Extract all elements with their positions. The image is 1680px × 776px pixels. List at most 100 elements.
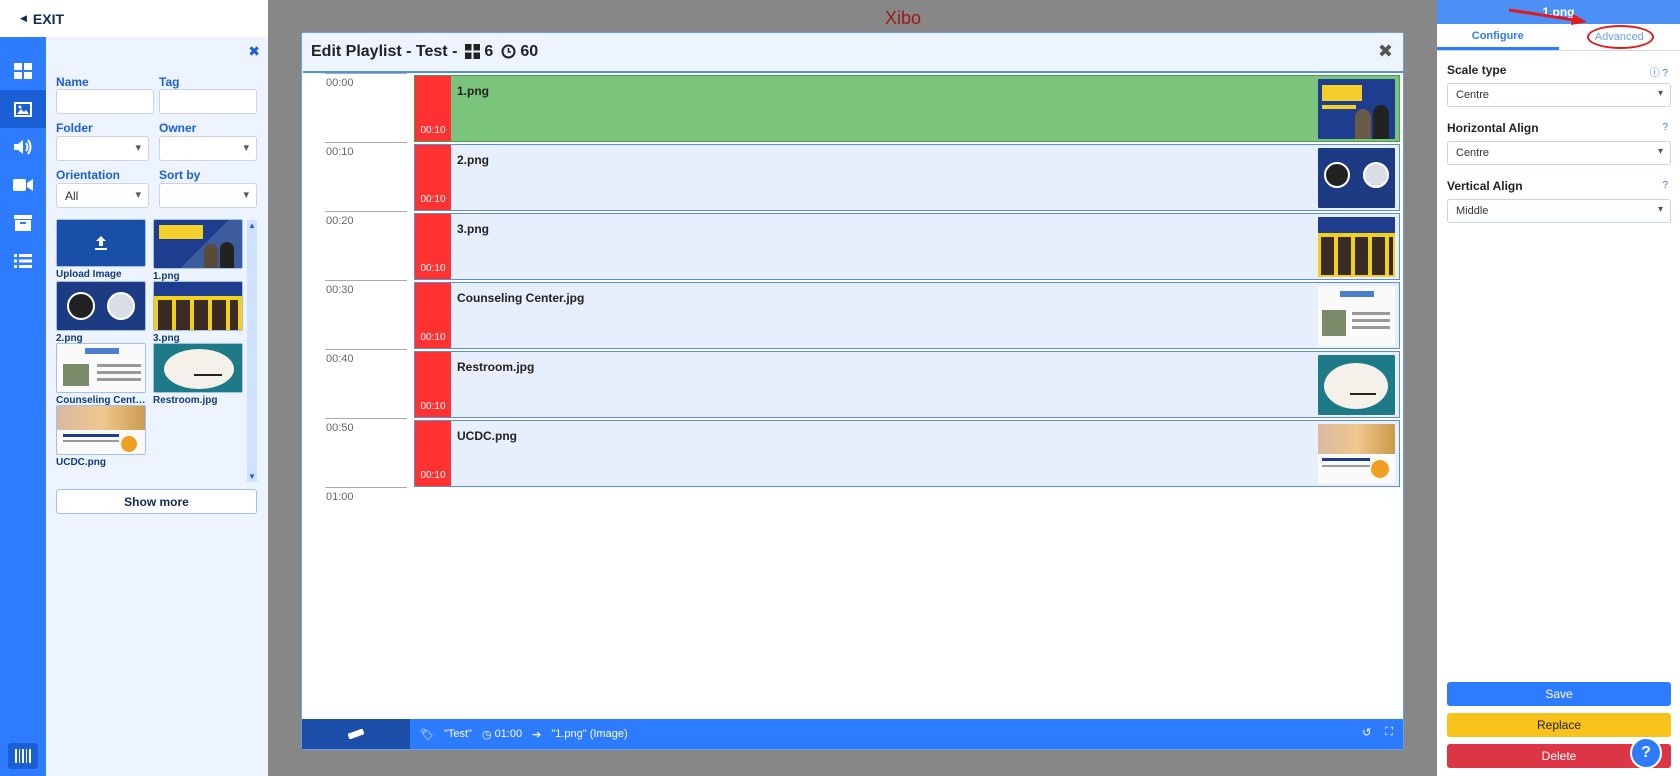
time-tick: 01:00 (326, 491, 354, 503)
widget-duration: 00:10 (415, 145, 451, 210)
properties-tabs: Configure Advanced (1437, 24, 1680, 51)
sort-by-select[interactable] (159, 183, 257, 208)
media-tile[interactable]: 1.png (153, 219, 243, 282)
widget-duration: 00:10 (415, 352, 451, 417)
tick-line (325, 142, 407, 143)
horizontal-align-label: Horizontal Align (1447, 121, 1539, 135)
name-label: Name (56, 75, 89, 89)
thumbnail-image (153, 281, 243, 331)
properties-panel: 1.png Configure Advanced Scale type ⓘ ? … (1437, 0, 1680, 776)
scale-type-select[interactable]: Centre (1447, 83, 1671, 107)
widget-thumbnail (1318, 217, 1395, 277)
playlist-widget-row[interactable]: 00:10 Counseling Center.jpg (414, 282, 1400, 349)
grid-icon (465, 44, 481, 59)
media-tiles: Upload Image 1.png 2.png 3.png Counselin… (56, 219, 254, 482)
exit-button[interactable]: ◀ EXIT (20, 11, 64, 27)
tick-line (325, 349, 407, 350)
vertical-align-select[interactable]: Middle (1447, 199, 1671, 223)
playlist-widget-row[interactable]: 00:10 UCDC.png (414, 420, 1400, 487)
folder-select[interactable] (56, 136, 149, 161)
show-more-button[interactable]: Show more (56, 489, 257, 514)
tick-line (325, 211, 407, 212)
close-icon[interactable]: ✖ (1378, 41, 1393, 62)
playlist-widget-row[interactable]: 00:10 2.png (414, 144, 1400, 211)
playlist-widget-row[interactable]: 00:10 1.png (414, 75, 1400, 142)
footer-info: 🏷 "Test" ◷ 01:00 ➔ "1.png" (Image) (410, 728, 628, 741)
orientation-select[interactable]: All (56, 183, 149, 208)
xibo-logo: Xibo (885, 8, 922, 28)
library-scrollbar[interactable]: ▲ ▼ (247, 220, 257, 482)
audio-icon[interactable] (0, 128, 46, 166)
scroll-up-icon[interactable]: ▲ (248, 221, 256, 230)
edit-playlist-modal: Edit Playlist - Test - 6 60 ✖ 00:00 00:1… (301, 32, 1404, 750)
media-tile[interactable]: UCDC.png (56, 405, 146, 468)
horizontal-align-select[interactable]: Centre (1447, 141, 1671, 165)
orientation-label: Orientation (56, 168, 121, 182)
widget-thumbnail (1318, 424, 1395, 484)
rail-nav (0, 52, 46, 280)
chevron-left-icon: ◀ (20, 13, 27, 23)
playlist-widget-row[interactable]: 00:10 Restroom.jpg (414, 351, 1400, 418)
ruler-icon[interactable] (302, 719, 410, 749)
time-tick: 00:50 (326, 422, 354, 434)
layout-grid-icon[interactable] (0, 52, 46, 90)
widget-thumbnail (1318, 355, 1395, 415)
time-tick: 00:10 (326, 146, 354, 158)
widget-duration: 00:10 (415, 214, 451, 279)
playlist-widget-row[interactable]: 00:10 3.png (414, 213, 1400, 280)
widget-duration: 00:10 (415, 421, 451, 486)
vertical-align-label: Vertical Align (1447, 179, 1523, 193)
vertical-align-value: Middle (1456, 205, 1489, 217)
list-icon[interactable] (0, 242, 46, 280)
upload-icon (56, 219, 146, 267)
widget-count-value: 6 (484, 42, 494, 60)
info-help-icon[interactable]: ⓘ ? (1650, 64, 1668, 79)
widget-name: 3.png (457, 222, 489, 236)
scroll-down-icon[interactable]: ▼ (248, 472, 256, 481)
footer-actions: ↺ ⛶ (1362, 726, 1393, 739)
folder-label: Folder (56, 121, 93, 135)
help-icon[interactable]: ? (1662, 180, 1668, 191)
time-tick: 00:00 (326, 77, 354, 89)
tag-input[interactable] (159, 89, 257, 114)
thumbnail-image (153, 343, 243, 393)
archive-icon[interactable] (0, 204, 46, 242)
widget-name: Counseling Center.jpg (457, 291, 585, 305)
tag-label: Tag (159, 75, 180, 89)
widget-count: 6 (465, 43, 493, 61)
tile-label: UCDC.png (56, 457, 106, 468)
media-tile[interactable]: 2.png (56, 281, 146, 344)
sort-by-label: Sort by (159, 168, 201, 182)
annotation-arrow-icon (1509, 8, 1587, 25)
replace-button[interactable]: Replace (1447, 713, 1671, 737)
widget-name: Restroom.jpg (457, 360, 535, 374)
image-icon[interactable] (0, 90, 46, 128)
tile-label: Upload Image (56, 269, 122, 280)
video-icon[interactable] (0, 166, 46, 204)
exit-label: EXIT (32, 10, 65, 27)
help-question-icon[interactable]: ? (1630, 737, 1662, 769)
media-tile[interactable]: Counseling Center... (56, 343, 146, 406)
owner-select[interactable] (159, 136, 257, 161)
annotation-circle (1587, 25, 1654, 49)
tab-configure[interactable]: Configure (1437, 24, 1559, 50)
widget-duration: 00:10 (415, 283, 451, 348)
clock-icon: ◷ (481, 728, 492, 741)
undo-icon[interactable]: ↺ (1362, 726, 1371, 739)
close-icon[interactable]: ✖ (248, 43, 260, 60)
thumbnail-image (56, 281, 146, 331)
playlist-duration: 60 (501, 43, 538, 61)
thumbnail-image (56, 343, 146, 393)
help-icon[interactable]: ? (1662, 122, 1668, 133)
owner-label: Owner (159, 121, 197, 135)
fullscreen-icon[interactable]: ⛶ (1385, 726, 1393, 739)
tick-line (325, 487, 407, 488)
upload-image-tile[interactable]: Upload Image (56, 219, 146, 280)
clock-icon (501, 44, 516, 59)
media-tile[interactable]: Restroom.jpg (153, 343, 243, 406)
name-input[interactable] (56, 89, 154, 114)
save-button[interactable]: Save (1447, 682, 1671, 706)
barcode-icon[interactable] (8, 743, 38, 769)
media-tile[interactable]: 3.png (153, 281, 243, 344)
widget-name: 2.png (457, 153, 489, 167)
